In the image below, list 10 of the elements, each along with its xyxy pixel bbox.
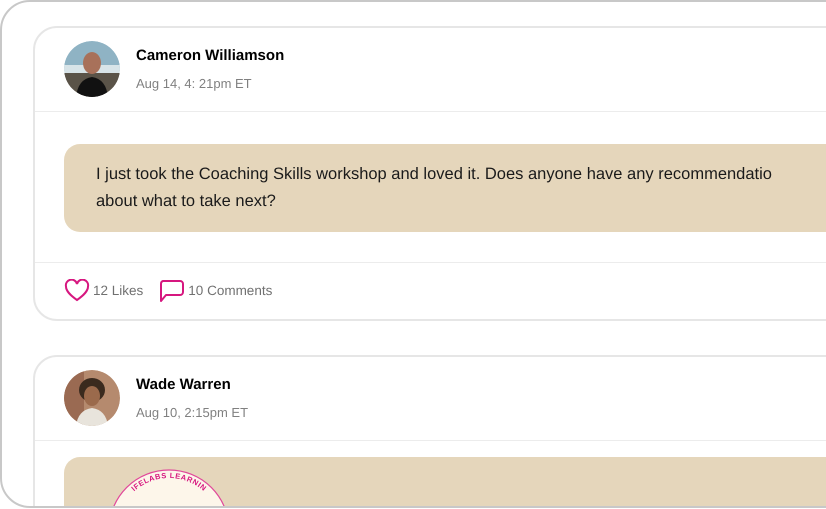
- heart-icon: [64, 279, 90, 303]
- speech-bubble-icon: [158, 279, 186, 303]
- post-time: Aug 10, 2:15pm ET: [136, 404, 248, 422]
- comment-button[interactable]: 10 Comments: [158, 279, 272, 303]
- message-text: about what to take next?: [96, 191, 276, 212]
- like-button[interactable]: 12 Likes: [64, 279, 144, 303]
- post-time: Aug 14, 4: 21pm ET: [136, 74, 253, 93]
- author-name: Cameron Williamson: [136, 46, 284, 66]
- author-name: Wade Warren: [136, 375, 232, 395]
- message-text: I just took the Coaching Skills workshop and loved it. Does anyone have any recommendatio: [96, 164, 772, 185]
